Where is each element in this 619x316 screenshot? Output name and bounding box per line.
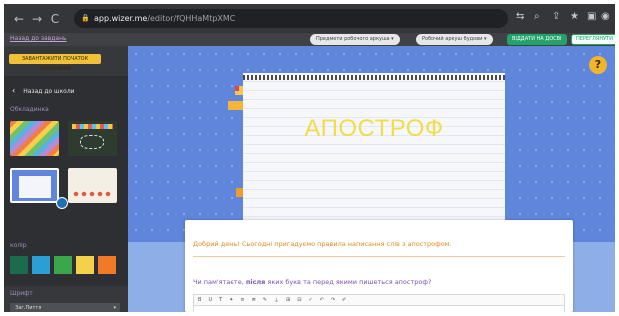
underline-icon[interactable]: U [208,297,212,303]
question-suffix: яких букв та перед якими пишеться апостр… [265,278,432,286]
font-select[interactable]: Заг.Пиття ▾ [10,303,120,312]
cover-thumbnail-notepad[interactable] [10,168,59,203]
lock-icon: 🔒 [81,14,90,22]
intro-text[interactable]: Добрий день! Сьогодні пригадуємо правила… [193,240,452,248]
worksheet-subjects-dropdown[interactable]: Предмети робочого аркуша ▾ [310,34,400,45]
question-emphasis: після [245,278,266,286]
design-panel: ‹ Назад до школи Обкладинка колір Шрифт З… [4,76,128,312]
share-icon[interactable]: ⇪ [552,11,560,22]
cover-thumbnail-stripes[interactable] [10,121,59,156]
chevron-down-icon[interactable] [56,197,68,209]
publish-button[interactable]: ВІДДАТИ НА ДОСВІ [507,34,567,45]
address-bar[interactable]: 🔒 app.wizer.me/editor/fQHHaMtpXMC [74,9,508,28]
text-size-icon[interactable]: T [219,297,222,303]
preview-button[interactable]: ПЕРЕГЛЯНУТИ [571,34,615,45]
url-host: app.wizer.me [94,14,148,23]
font-heading: Шрифт [10,290,33,297]
bookmark-star-icon[interactable]: ★ [570,11,579,22]
redo-icon[interactable]: ↷ [331,297,335,303]
reload-icon[interactable]: C [46,12,64,26]
question-text[interactable]: Чи пам'ятаєте, після яких букв та перед … [193,278,431,286]
notepad-spiral [243,75,505,80]
app-toolbar: Назад до завдань Предмети робочого аркуш… [4,33,615,46]
worksheet-build-dropdown[interactable]: Робочий аркуш будови ▾ [416,34,493,45]
back-to-tasks-link[interactable]: Назад до завдань [10,35,67,42]
cover-thumbnail-chalkboard[interactable] [68,121,117,156]
divider [193,256,565,257]
back-to-school-label: Назад до школи [23,88,75,95]
color-swatch-yellow[interactable] [76,256,94,274]
check-icon[interactable]: ✓ [308,297,312,303]
worksheet-canvas: ? АПОСТРОФ Добрий день! Сьогодні пригаду… [128,46,615,312]
cover-heading: Обкладинка [10,106,49,113]
edit-icon[interactable]: ✐ [342,297,346,303]
cover-notepad[interactable]: АПОСТРОФ [243,73,505,220]
color-heading: колір [10,242,27,249]
upload-question-button[interactable]: ЗАВАНТАЖИТИ ПОЧАТОК ЗАПИТАННЯ [9,54,101,72]
chevron-down-icon: ▾ [113,305,116,311]
font-select-value: Заг.Пиття [15,305,42,311]
browser-chrome: ← → C 🔒 app.wizer.me/editor/fQHHaMtpXMC … [4,4,615,33]
highlight-icon[interactable]: ✦ [229,297,233,303]
zoom-icon[interactable]: ⌕ [534,11,540,22]
translate-icon[interactable]: ⇆ [516,11,524,22]
url-path: /editor/fQHHaMtpXMC [147,14,236,23]
pen-icon[interactable]: ✎ [263,297,267,303]
back-arrow-icon[interactable]: ← [10,12,28,26]
chevron-left-icon: ‹ [12,86,16,95]
insert-icon[interactable]: ⏚ [274,297,279,304]
notepad-tab [235,86,239,91]
cover-title[interactable]: АПОСТРОФ [243,115,505,143]
justify-icon[interactable]: ≣ [252,297,256,303]
rich-text-toolbar: B U T ✦ ≡ ≣ ✎ ⏚ ⊞ ⊟ ✓ ↶ ↷ ✐ [193,294,565,306]
undo-icon[interactable]: ↶ [320,297,324,303]
table-remove-icon[interactable]: ⊟ [297,297,301,303]
color-swatch-green[interactable] [54,256,72,274]
forward-arrow-icon[interactable]: → [28,12,46,26]
question-card: Добрий день! Сьогодні пригадуємо правила… [185,220,573,312]
color-swatch-blue[interactable] [32,256,50,274]
color-swatch-orange[interactable] [98,256,116,274]
sidebar: ЗАВАНТАЖИТИ ПОЧАТОК ЗАПИТАННЯ ‹ Назад до … [4,46,128,312]
notepad-tab [228,101,244,110]
bold-icon[interactable]: B [198,297,201,303]
browser-window: ← → C 🔒 app.wizer.me/editor/fQHHaMtpXMC … [4,4,615,312]
cover-thumbnail-dots[interactable] [68,168,117,203]
tab-icon[interactable]: ▣ [587,11,596,22]
back-to-school-link[interactable]: ‹ Назад до школи [12,86,75,95]
profile-icon[interactable]: ◉ [601,11,610,22]
align-icon[interactable]: ≡ [240,297,244,303]
color-swatch-dark-green[interactable] [10,256,28,274]
help-icon[interactable]: ? [589,56,607,74]
question-prefix: Чи пам'ятаєте, [193,278,246,286]
table-add-icon[interactable]: ⊞ [286,297,290,303]
answer-editor[interactable] [193,306,565,312]
